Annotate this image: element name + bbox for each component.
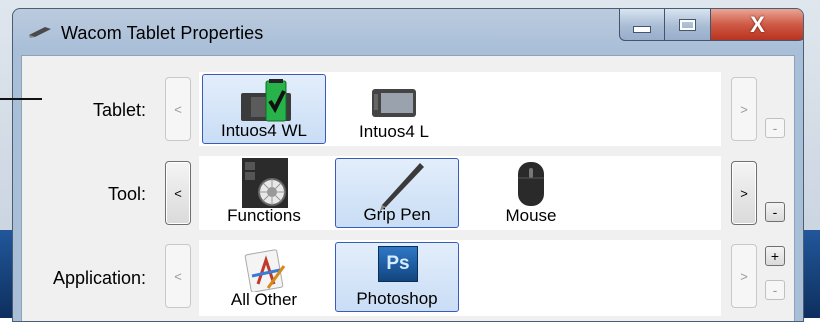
- tablet-item-intuos4-wl[interactable]: Intuos4 WL: [202, 74, 326, 144]
- tablet-item-intuos4-l[interactable]: Intuos4 L: [339, 74, 449, 144]
- application-item-all-other[interactable]: All Other: [202, 242, 326, 312]
- photoshop-icon: Ps: [378, 246, 418, 282]
- photoshop-icon-text: Ps: [386, 253, 410, 274]
- application-item-photoshop[interactable]: Ps Photoshop: [335, 242, 459, 312]
- tablet-label: Tablet:: [92, 100, 146, 120]
- tool-prev-button[interactable]: <: [165, 161, 191, 225]
- tool-item-label: Mouse: [505, 206, 557, 225]
- tool-item-label: Functions: [227, 206, 301, 225]
- tool-item-functions[interactable]: Functions: [202, 158, 326, 228]
- tool-next-button[interactable]: >: [731, 161, 757, 225]
- tablet-remove-button[interactable]: -: [765, 118, 785, 138]
- close-icon: X: [750, 11, 765, 37]
- tablet-next-button[interactable]: >: [731, 77, 757, 141]
- application-next-button[interactable]: >: [731, 244, 757, 308]
- application-label: Application:: [52, 268, 146, 288]
- application-item-label: All Other: [230, 290, 298, 309]
- application-add-button[interactable]: +: [765, 246, 785, 266]
- close-button[interactable]: X: [711, 9, 803, 41]
- window-controls: X: [619, 9, 803, 43]
- tablet-item-label: Intuos4 L: [359, 122, 429, 141]
- pen-app-icon: [29, 27, 51, 38]
- minimize-button[interactable]: [619, 9, 665, 41]
- tool-item-grip-pen[interactable]: Grip Pen: [335, 158, 459, 228]
- tablet-item-label: Intuos4 WL: [221, 121, 307, 140]
- application-list: All Other Ps Photoshop: [199, 240, 721, 316]
- wireless-tablet-icon: [241, 79, 291, 122]
- functions-icon: [242, 158, 288, 208]
- maximize-button[interactable]: [665, 9, 711, 41]
- maximize-icon: [679, 18, 696, 31]
- tablet-icon: [372, 89, 416, 117]
- tool-item-mouse[interactable]: Mouse: [485, 158, 577, 228]
- title-bar[interactable]: Wacom Tablet Properties X: [13, 9, 803, 55]
- application-prev-button[interactable]: <: [165, 244, 191, 308]
- properties-panel: Tablet: < Intuos4 WL Intuos4 L > - Tool:…: [21, 55, 795, 321]
- application-remove-button[interactable]: -: [765, 280, 785, 300]
- all-other-icon: [244, 249, 286, 292]
- tool-list: Functions Grip Pen Mouse: [199, 156, 721, 230]
- tool-label: Tool:: [107, 184, 146, 204]
- minimize-icon: [633, 26, 651, 33]
- mouse-icon: [518, 162, 544, 206]
- tablet-list: Intuos4 WL Intuos4 L: [199, 72, 721, 146]
- tool-remove-button[interactable]: -: [765, 202, 785, 222]
- application-item-label: Photoshop: [356, 289, 438, 308]
- tablet-properties-window: Wacom Tablet Properties X Tablet: < Intu…: [12, 8, 804, 322]
- callout-line: [0, 98, 42, 100]
- tablet-prev-button[interactable]: <: [165, 77, 191, 141]
- window-title: Wacom Tablet Properties: [61, 23, 264, 43]
- tool-item-label: Grip Pen: [363, 205, 431, 224]
